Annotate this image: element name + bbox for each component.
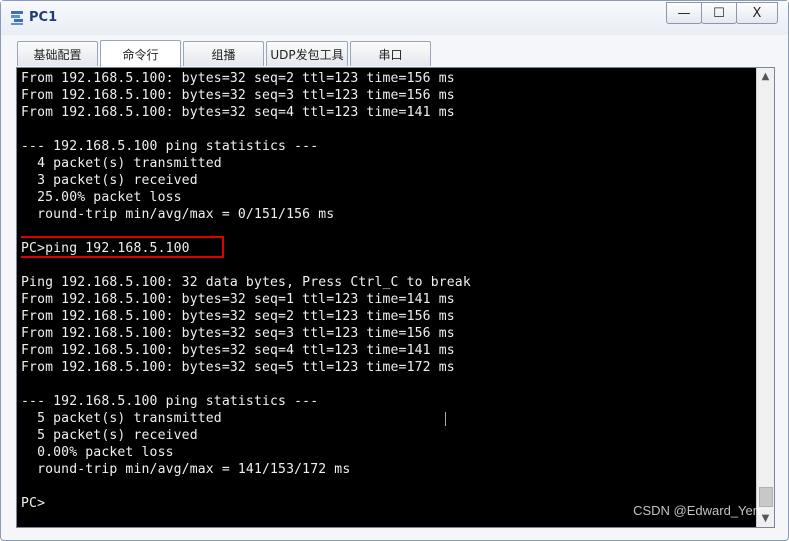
terminal-line: --- 192.168.5.100 ping statistics --- [21,394,319,409]
maximize-icon: ☐ [713,5,725,21]
terminal-line: --- 192.168.5.100 ping statistics --- [21,139,319,154]
close-button[interactable]: X [736,2,778,24]
terminal-line: 5 packet(s) transmitted [21,411,222,426]
command-highlight-box [21,236,224,258]
terminal-line: round-trip min/avg/max = 141/153/172 ms [21,462,351,477]
tab-label: 基础配置 [33,47,82,62]
terminal-line: 3 packet(s) received [21,173,198,188]
tab-bar: 基础配置 命令行 组播 UDP发包工具 串口 [17,40,433,67]
tab-label: 命令行 [122,47,159,62]
terminal-line: From 192.168.5.100: bytes=32 seq=5 ttl=1… [21,360,455,375]
terminal-line: From 192.168.5.100: bytes=32 seq=2 ttl=1… [21,71,455,86]
scroll-thumb[interactable] [759,487,773,507]
close-icon: X [752,5,762,21]
window-title: PC1 [29,10,58,25]
terminal-panel[interactable]: From 192.168.5.100: bytes=32 seq=2 ttl=1… [16,67,775,528]
tab-serial[interactable]: 串口 [350,41,431,66]
terminal-line: From 192.168.5.100: bytes=32 seq=4 ttl=1… [21,105,455,120]
tab-label: 组播 [211,47,236,62]
terminal-line: Ping 192.168.5.100: 32 data bytes, Press… [21,275,471,290]
tab-command-line[interactable]: 命令行 [100,40,181,67]
minimize-button[interactable]: — [666,2,702,24]
mouse-cursor [445,412,446,426]
pc-app-icon [11,11,23,25]
terminal-line: 4 packet(s) transmitted [21,156,222,171]
pc1-window: PC1 — ☐ X 基础配置 命令行 组播 UDP发包工具 串口 From 19… [0,0,789,541]
terminal-line: 0.00% packet loss [21,445,174,460]
terminal-line: From 192.168.5.100: bytes=32 seq=2 ttl=1… [21,309,455,324]
terminal-line: round-trip min/avg/max = 0/151/156 ms [21,207,335,222]
tab-udp-tool[interactable]: UDP发包工具 [266,41,348,66]
tab-label: UDP发包工具 [270,47,344,62]
terminal-line: From 192.168.5.100: bytes=32 seq=3 ttl=1… [21,88,455,103]
scroll-up-arrow-icon[interactable]: ▲ [757,68,774,85]
terminal-line: 5 packet(s) received [21,428,198,443]
watermark: CSDN @Edward_Yen [633,503,760,518]
terminal-output[interactable]: From 192.168.5.100: bytes=32 seq=2 ttl=1… [21,70,755,525]
terminal-line: From 192.168.5.100: bytes=32 seq=1 ttl=1… [21,292,455,307]
terminal-line: From 192.168.5.100: bytes=32 seq=3 ttl=1… [21,326,455,341]
tab-label: 串口 [378,47,403,62]
tab-basic-config[interactable]: 基础配置 [17,41,98,66]
terminal-line: From 192.168.5.100: bytes=32 seq=4 ttl=1… [21,343,455,358]
minimize-icon: — [677,5,691,21]
window-controls: — ☐ X [666,2,778,24]
title-bar[interactable]: PC1 — ☐ X [1,1,788,35]
maximize-button[interactable]: ☐ [701,2,737,24]
terminal-line: 25.00% packet loss [21,190,182,205]
vertical-scrollbar[interactable]: ▲ ▼ [756,68,774,527]
tab-multicast[interactable]: 组播 [183,41,264,66]
